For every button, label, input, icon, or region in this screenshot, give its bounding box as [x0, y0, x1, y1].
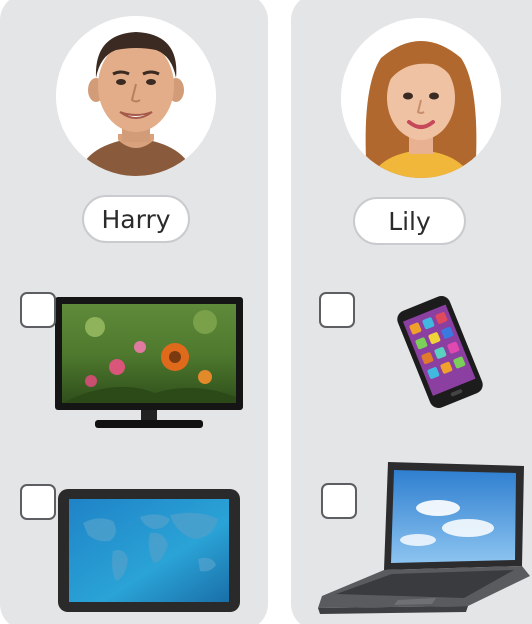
avatar-harry — [56, 16, 216, 176]
avatar-lily — [341, 18, 501, 178]
checkbox-laptop[interactable] — [321, 483, 357, 519]
name-label-harry: Harry — [82, 195, 190, 243]
worksheet: Harry Lily — [0, 0, 532, 624]
checkbox-television[interactable] — [20, 292, 56, 328]
tablet-icon — [58, 489, 240, 612]
checkbox-tablet[interactable] — [20, 484, 56, 520]
laptop-icon — [318, 458, 530, 618]
name-label-lily: Lily — [353, 197, 466, 245]
smartphone-icon — [384, 296, 496, 408]
checkbox-smartphone[interactable] — [319, 292, 355, 328]
television-icon — [55, 297, 243, 437]
